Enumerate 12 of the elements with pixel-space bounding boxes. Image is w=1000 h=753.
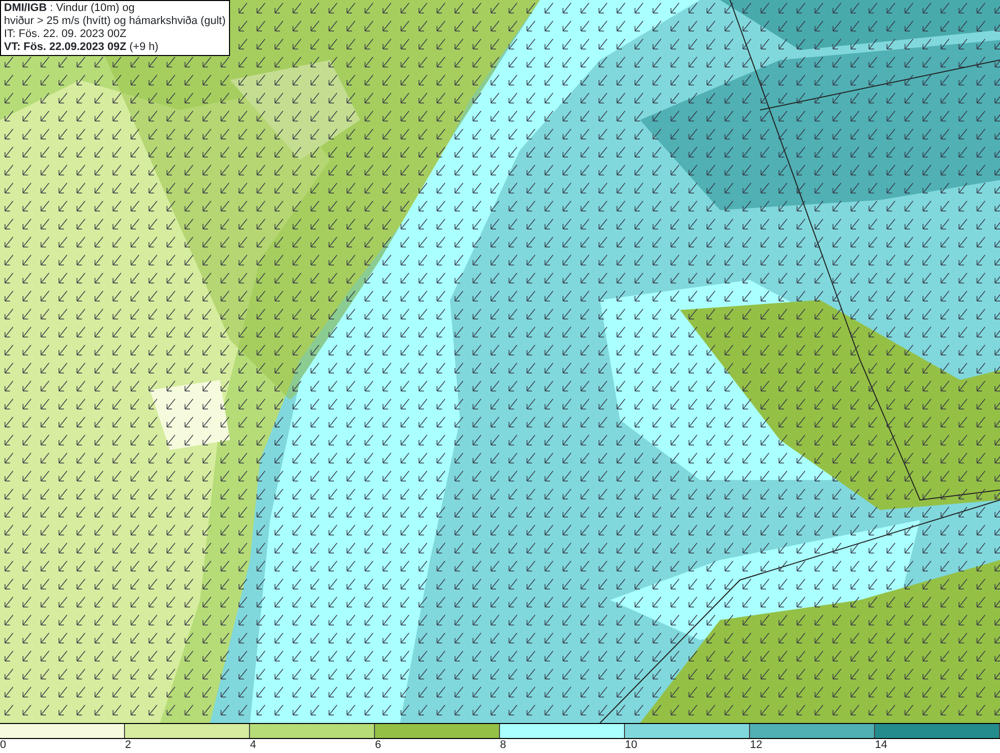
- legend-label: 2: [125, 739, 132, 751]
- legend-label: 4: [250, 739, 256, 751]
- legend-label: 14: [875, 739, 888, 751]
- legend-label: 10: [625, 739, 638, 751]
- legend-label: 0: [0, 739, 6, 751]
- legend-label: 6: [375, 739, 382, 751]
- legend-label: 12: [750, 739, 762, 751]
- title-line: VT: Fös. 22.09.2023 09Z (+9 h): [4, 41, 160, 54]
- title-line: IT: Fös. 22. 09. 2023 00Z: [4, 28, 128, 41]
- title-line: hviður > 25 m/s (hvítt) og hámarkshviða (gult): [4, 15, 226, 28]
- title-line: DMI/IGB : Vindur (10m) og: [4, 2, 136, 15]
- legend-label: 8: [500, 739, 506, 751]
